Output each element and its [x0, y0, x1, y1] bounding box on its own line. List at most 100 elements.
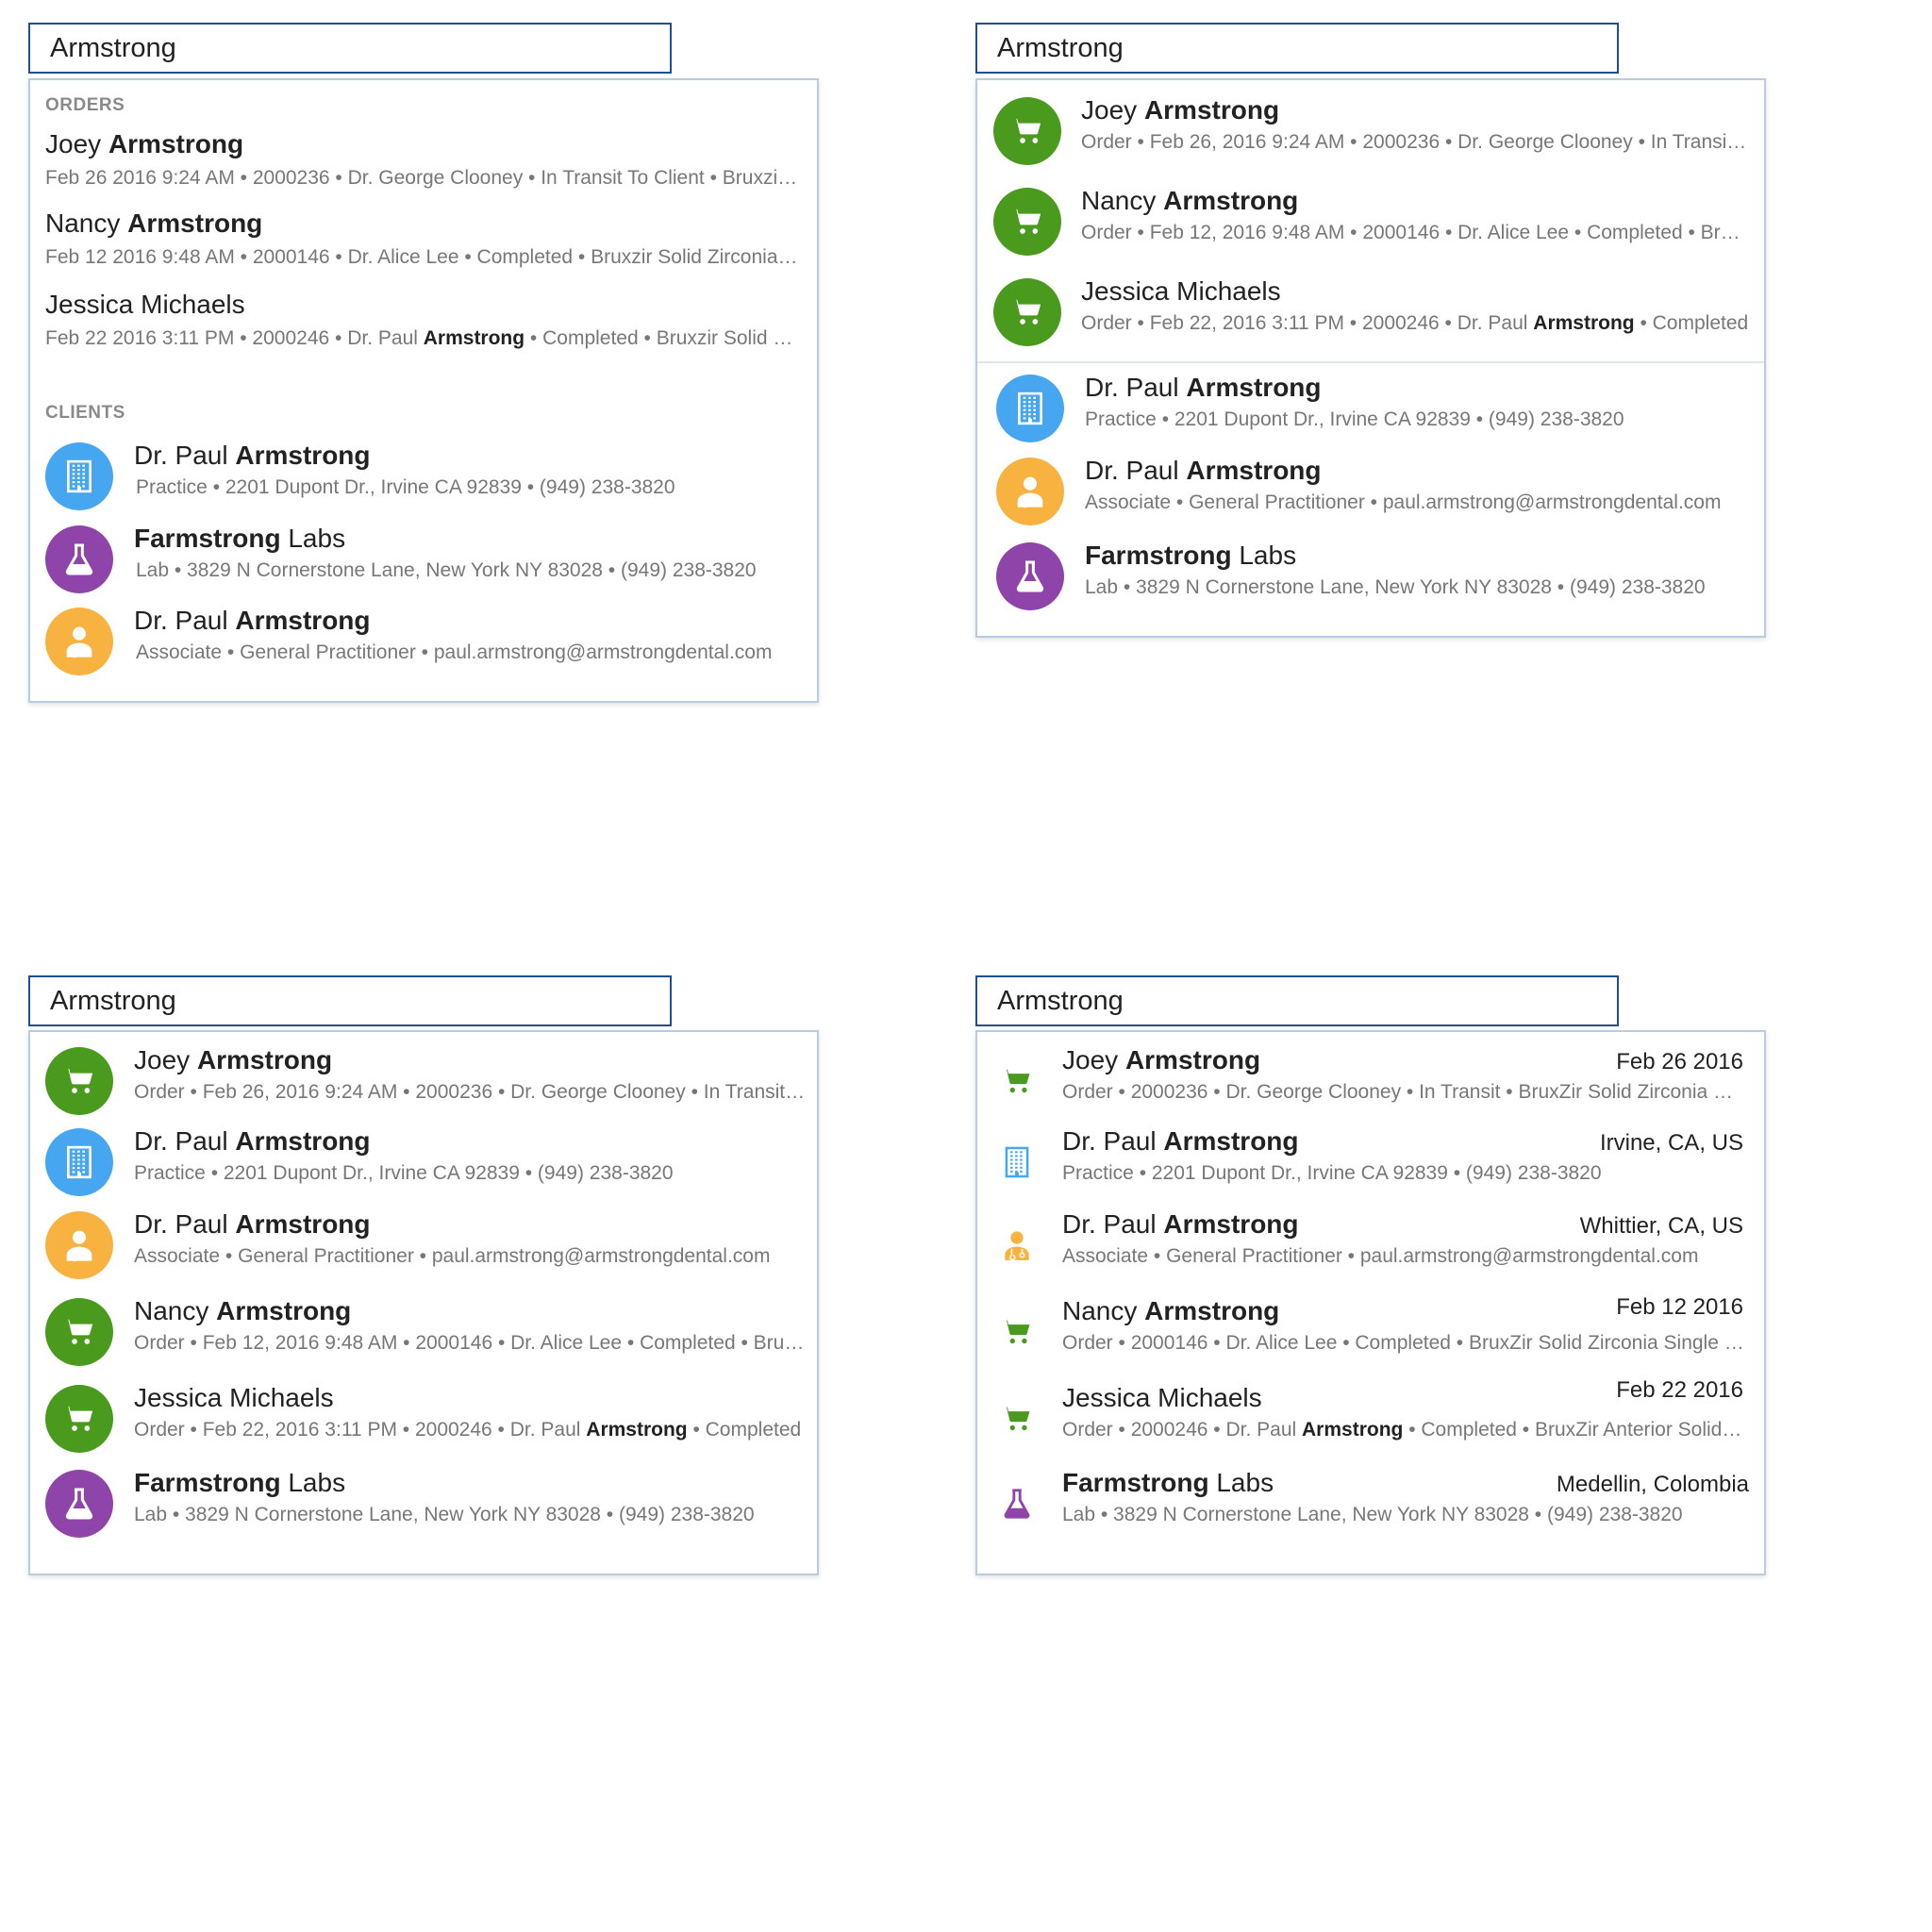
result-date: Feb 26 2016 — [1616, 1049, 1743, 1074]
result-subtitle: Order • Feb 26, 2016 9:24 AM • 2000236 •… — [1081, 131, 1749, 153]
result-date: Feb 12 2016 — [1616, 1294, 1743, 1320]
doctor-icon — [45, 1211, 113, 1279]
cart-icon — [993, 278, 1061, 346]
client-result[interactable]: Dr. Paul Armstrong Associate • General P… — [30, 1204, 817, 1285]
client-result[interactable]: Farmstrong Labs Medellin, Colombia Lab •… — [977, 1462, 1764, 1543]
result-title: Jessica Michaels — [1062, 1383, 1262, 1412]
result-subtitle: Associate • General Practitioner • paul.… — [1062, 1245, 1699, 1267]
client-result[interactable]: Dr. Paul Armstrong Practice • 2201 Dupon… — [977, 367, 1764, 450]
building-icon — [45, 1128, 113, 1196]
result-location: Whittier, CA, US — [1579, 1213, 1743, 1239]
cart-icon — [993, 188, 1061, 256]
result-title: Dr. Paul Armstrong — [134, 1209, 371, 1239]
order-result[interactable]: Nancy Armstrong Order • Feb 12, 2016 9:4… — [977, 178, 1764, 267]
result-title: Farmstrong Labs — [1062, 1468, 1274, 1497]
order-result[interactable]: Joey Armstrong Feb 26 2016 9:24 AM • 200… — [30, 122, 817, 201]
result-subtitle: Order • Feb 12, 2016 9:48 AM • 2000146 •… — [134, 1332, 809, 1354]
result-subtitle: Order • 2000236 • Dr. George Clooney • I… — [1062, 1081, 1747, 1103]
result-title: Jessica Michaels — [134, 1383, 334, 1412]
result-subtitle: Order • 2000246 • Dr. Paul Armstrong • C… — [1062, 1419, 1747, 1441]
cart-icon — [993, 97, 1061, 165]
client-result[interactable]: Dr. Paul Armstrong Associate • General P… — [30, 602, 817, 683]
client-result[interactable]: Farmstrong Labs Lab • 3829 N Cornerstone… — [30, 1462, 817, 1543]
building-icon — [45, 442, 113, 510]
result-subtitle: Feb 22 2016 3:11 PM • 2000246 • Dr. Paul… — [45, 327, 800, 349]
client-result[interactable]: Dr. Paul Armstrong Practice • 2201 Dupon… — [30, 1121, 817, 1202]
clients-section-label: CLIENTS — [45, 403, 125, 423]
client-result[interactable]: Farmstrong Labs Lab • 3829 N Cornerstone… — [30, 520, 817, 601]
result-subtitle: Order • Feb 22, 2016 3:11 PM • 2000246 •… — [1081, 312, 1749, 334]
search-input[interactable] — [28, 23, 672, 74]
cart-icon — [998, 1062, 1036, 1100]
result-title: Farmstrong Labs — [1085, 541, 1297, 570]
orders-section-label: ORDERS — [45, 95, 125, 115]
client-result[interactable]: Dr. Paul Armstrong Whittier, CA, US Asso… — [977, 1204, 1764, 1285]
client-result[interactable]: Dr. Paul Armstrong Irvine, CA, US Practi… — [977, 1121, 1764, 1202]
results-dropdown-divided: Joey Armstrong Order • Feb 26, 2016 9:24… — [975, 78, 1766, 638]
result-title: Dr. Paul Armstrong — [134, 1126, 371, 1156]
results-dropdown-grouped: ORDERS Joey Armstrong Feb 26 2016 9:24 A… — [28, 78, 819, 703]
client-result[interactable]: Dr. Paul Armstrong Associate • General P… — [977, 452, 1764, 535]
order-result[interactable]: Joey Armstrong Order • Feb 26, 2016 9:24… — [30, 1040, 817, 1121]
result-title: Nancy Armstrong — [45, 208, 263, 238]
result-subtitle: Practice • 2201 Dupont Dr., Irvine CA 92… — [136, 476, 675, 498]
result-title: Jessica Michaels — [1081, 276, 1281, 306]
result-subtitle: Practice • 2201 Dupont Dr., Irvine CA 92… — [1085, 408, 1624, 430]
order-result[interactable]: Nancy Armstrong Feb 12 2016 Order • 2000… — [977, 1291, 1764, 1372]
result-subtitle: Lab • 3829 N Cornerstone Lane, New York … — [134, 1504, 755, 1525]
order-result[interactable]: Jessica Michaels Feb 22 2016 Order • 200… — [977, 1377, 1764, 1458]
flask-icon — [998, 1485, 1036, 1523]
order-result[interactable]: Nancy Armstrong Feb 12 2016 9:48 AM • 20… — [30, 201, 817, 280]
result-title: Dr. Paul Armstrong — [1085, 373, 1322, 402]
cart-icon — [45, 1298, 113, 1366]
search-input[interactable] — [975, 23, 1619, 74]
result-title: Nancy Armstrong — [1062, 1296, 1280, 1325]
search-input[interactable] — [28, 975, 672, 1026]
order-result[interactable]: Joey Armstrong Feb 26 2016 Order • 20002… — [977, 1040, 1764, 1121]
result-title: Farmstrong Labs — [134, 1468, 346, 1497]
order-result[interactable]: Joey Armstrong Order • Feb 26, 2016 9:24… — [977, 88, 1764, 176]
search-input[interactable] — [975, 975, 1619, 1026]
flask-icon — [45, 1470, 113, 1538]
result-title: Nancy Armstrong — [1081, 186, 1299, 215]
order-result[interactable]: Jessica Michaels Order • Feb 22, 2016 3:… — [977, 269, 1764, 358]
client-result[interactable]: Farmstrong Labs Lab • 3829 N Cornerstone… — [977, 537, 1764, 622]
cart-icon — [998, 1400, 1036, 1438]
result-subtitle: Order • Feb 26, 2016 9:24 AM • 2000236 •… — [134, 1081, 809, 1103]
result-title: Joey Armstrong — [1081, 95, 1280, 125]
result-location: Medellin, Colombia — [1556, 1472, 1749, 1497]
result-subtitle: Order • Feb 22, 2016 3:11 PM • 2000246 •… — [134, 1419, 802, 1441]
result-title: Dr. Paul Armstrong — [1085, 456, 1322, 485]
order-result[interactable]: Jessica Michaels Feb 22 2016 3:11 PM • 2… — [30, 282, 817, 361]
result-title: Nancy Armstrong — [134, 1296, 352, 1325]
section-divider — [977, 361, 1764, 363]
doctor-icon — [45, 608, 113, 675]
building-icon — [998, 1143, 1036, 1181]
result-title: Dr. Paul Armstrong — [134, 606, 371, 635]
result-subtitle: Associate • General Practitioner • paul.… — [134, 1245, 771, 1267]
result-title: Jessica Michaels — [45, 290, 245, 319]
results-dropdown-compact: Joey Armstrong Feb 26 2016 Order • 20002… — [975, 1030, 1766, 1575]
result-title: Farmstrong Labs — [134, 524, 346, 553]
result-subtitle: Order • 2000146 • Dr. Alice Lee • Comple… — [1062, 1332, 1747, 1354]
result-title: Joey Armstrong — [45, 129, 244, 158]
result-title: Dr. Paul Armstrong — [134, 441, 371, 470]
result-subtitle: Associate • General Practitioner • paul.… — [1085, 491, 1722, 513]
result-subtitle: Practice • 2201 Dupont Dr., Irvine CA 92… — [134, 1162, 674, 1184]
result-subtitle: Feb 26 2016 9:24 AM • 2000236 • Dr. Geor… — [45, 167, 800, 189]
client-result[interactable]: Dr. Paul Armstrong Practice • 2201 Dupon… — [30, 437, 817, 518]
result-subtitle: Order • Feb 12, 2016 9:48 AM • 2000146 •… — [1081, 222, 1749, 243]
results-dropdown-mixed: Joey Armstrong Order • Feb 26, 2016 9:24… — [28, 1030, 819, 1575]
flask-icon — [45, 525, 113, 593]
building-icon — [996, 375, 1064, 442]
order-result[interactable]: Nancy Armstrong Order • Feb 12, 2016 9:4… — [30, 1291, 817, 1372]
cart-icon — [998, 1313, 1036, 1351]
order-result[interactable]: Jessica Michaels Order • Feb 22, 2016 3:… — [30, 1377, 817, 1458]
result-title: Joey Armstrong — [1062, 1045, 1261, 1074]
result-subtitle: Practice • 2201 Dupont Dr., Irvine CA 92… — [1062, 1162, 1602, 1184]
result-title: Dr. Paul Armstrong — [1062, 1209, 1299, 1239]
result-subtitle: Lab • 3829 N Cornerstone Lane, New York … — [1062, 1504, 1683, 1525]
result-location: Irvine, CA, US — [1599, 1130, 1743, 1156]
result-title: Joey Armstrong — [134, 1045, 333, 1074]
result-subtitle: Lab • 3829 N Cornerstone Lane, New York … — [1085, 576, 1706, 598]
